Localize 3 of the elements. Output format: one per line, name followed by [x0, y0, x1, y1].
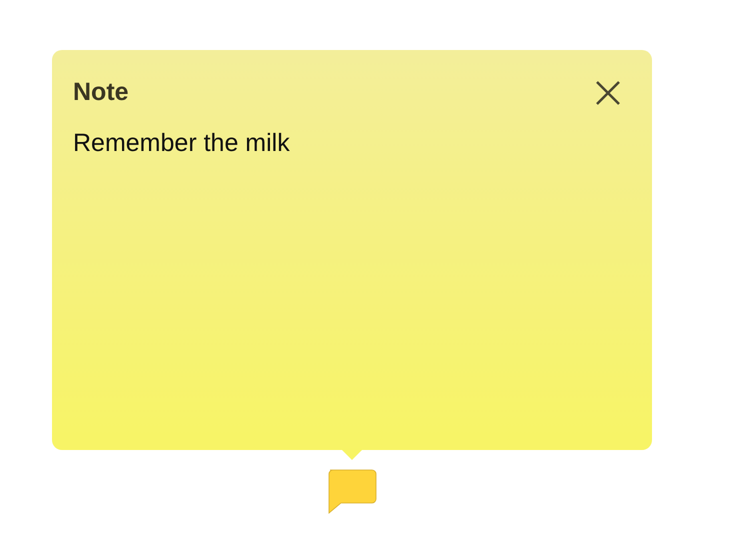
close-button[interactable] [594, 78, 622, 106]
note-title: Note [73, 78, 129, 107]
note-text: Remember the milk [73, 129, 291, 158]
